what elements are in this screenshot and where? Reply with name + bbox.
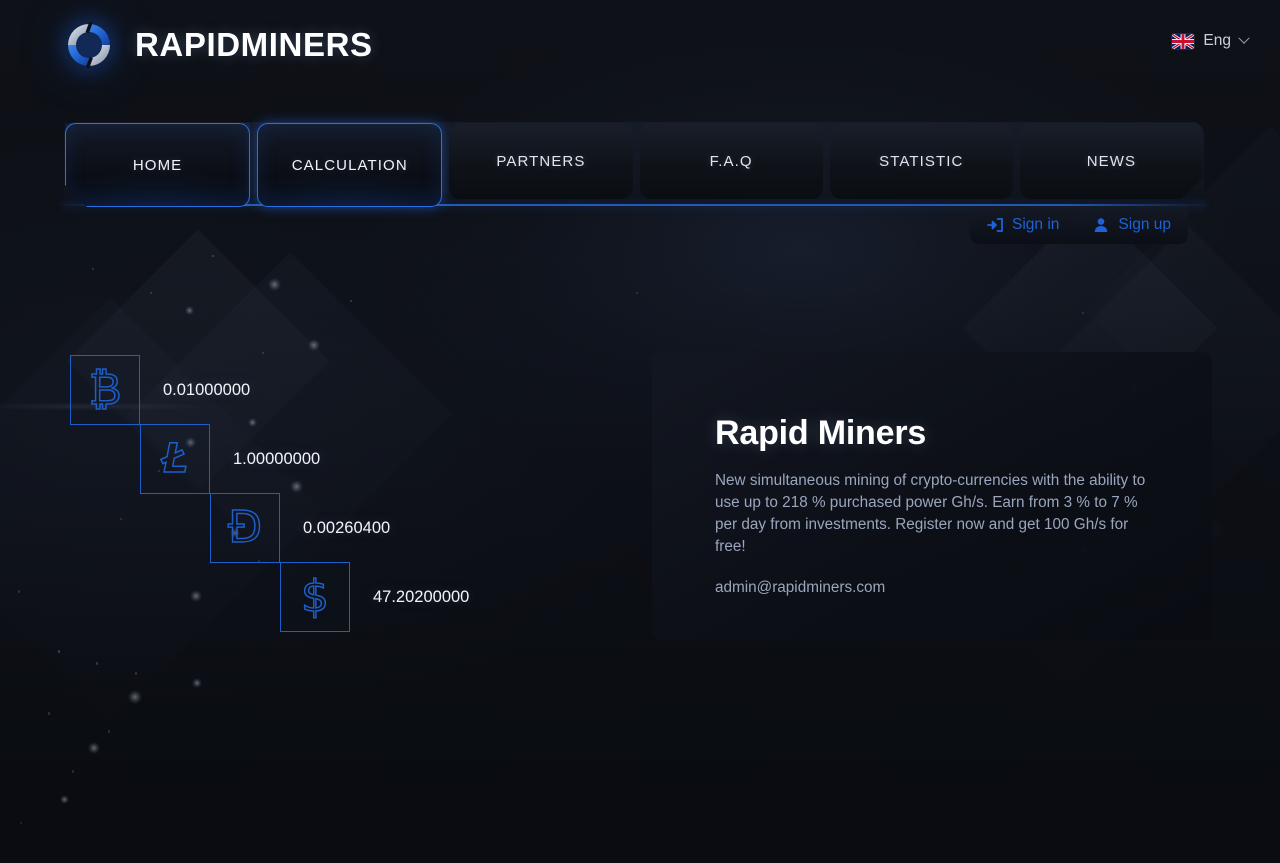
- user-icon: [1093, 217, 1109, 233]
- decor-star: [192, 678, 202, 688]
- decor-star: [262, 352, 264, 354]
- sign-up-label: Sign up: [1118, 216, 1171, 233]
- decor-star: [120, 518, 122, 520]
- dogecoin-icon: Ð: [227, 502, 263, 553]
- decor-star: [135, 672, 137, 675]
- info-panel-content: Rapid Miners New simultaneous mining of …: [652, 352, 1212, 597]
- decor-star: [212, 255, 214, 257]
- decor-star: [190, 590, 202, 602]
- dogecoin-amount: 0.00260400: [303, 518, 391, 537]
- info-panel-description: New simultaneous mining of crypto-curren…: [715, 472, 1146, 555]
- dollar-icon: $: [300, 571, 330, 622]
- decor-star: [1082, 312, 1084, 314]
- tab-home[interactable]: HOME: [65, 123, 250, 207]
- decor-star: [350, 300, 352, 302]
- info-panel-title: Rapid Miners: [715, 414, 927, 452]
- decor-star: [96, 662, 98, 665]
- dollar-amount: 47.20200000: [373, 587, 470, 606]
- brand-title: RAPIDMINERS: [135, 26, 373, 63]
- language-selector[interactable]: Eng: [1164, 28, 1256, 54]
- crypto-row-litecoin: Ł 1.00000000: [140, 424, 320, 494]
- page-header: RAPIDMINERS Eng: [0, 0, 1280, 110]
- decor-star: [48, 712, 50, 715]
- crypto-row-bitcoin: ₿ 0.01000000: [70, 355, 250, 425]
- sign-in-arrow-icon: [987, 217, 1003, 233]
- crypto-row-dollar: $ 47.20200000: [280, 562, 469, 632]
- bitcoin-icon-box: ₿: [70, 355, 140, 425]
- decor-star: [72, 770, 74, 773]
- tab-partners[interactable]: PARTNERS: [449, 123, 633, 199]
- info-panel: Rapid Miners New simultaneous mining of …: [652, 352, 1212, 640]
- decor-star: [88, 742, 100, 754]
- language-label: Eng: [1203, 32, 1231, 49]
- litecoin-amount: 1.00000000: [233, 449, 321, 468]
- ring-logo-icon: [62, 18, 116, 72]
- tab-label: STATISTIC: [879, 152, 964, 170]
- decor-star: [308, 339, 320, 351]
- decor-star: [185, 306, 194, 315]
- decor-star: [268, 278, 281, 291]
- litecoin-icon-box: Ł: [140, 424, 210, 494]
- bitcoin-amount: 0.01000000: [163, 380, 251, 399]
- decor-star: [20, 822, 22, 824]
- decor-star: [636, 292, 638, 294]
- tab-label: F.A.Q: [709, 152, 753, 170]
- tab-label: NEWS: [1086, 152, 1137, 170]
- decor-star: [60, 795, 69, 804]
- sign-in-label: Sign in: [1012, 216, 1060, 233]
- tab-label: CALCULATION: [291, 156, 408, 174]
- litecoin-icon: Ł: [161, 436, 189, 482]
- bitcoin-icon: ₿: [88, 364, 122, 415]
- main-navigation: HOME CALCULATION PARTNERS F.A.Q STATISTI…: [62, 122, 1206, 207]
- dollar-icon-box: $: [280, 562, 350, 632]
- tab-statistic[interactable]: STATISTIC: [829, 123, 1013, 199]
- tab-news[interactable]: NEWS: [1020, 123, 1203, 199]
- brand: RAPIDMINERS: [62, 18, 373, 72]
- tab-label: HOME: [132, 156, 183, 174]
- decor-star: [58, 650, 60, 653]
- uk-flag-icon: [1172, 33, 1195, 49]
- auth-bar: Sign in Sign up: [970, 206, 1188, 244]
- decor-star: [150, 292, 152, 294]
- info-panel-email[interactable]: admin@rapidminers.com: [715, 579, 1212, 597]
- tab-faq[interactable]: F.A.Q: [639, 123, 823, 199]
- decor-star: [128, 690, 142, 704]
- chevron-down-icon: [1238, 32, 1250, 44]
- crypto-row-dogecoin: Ð 0.00260400: [210, 493, 390, 563]
- page-root: RAPIDMINERS Eng HOME CALCULATION PARTNER…: [0, 0, 1280, 863]
- sign-in-button[interactable]: Sign in: [987, 216, 1059, 234]
- tab-calculation[interactable]: CALCULATION: [257, 123, 443, 207]
- decor-star: [108, 730, 110, 733]
- nav-tabs: HOME CALCULATION PARTNERS F.A.Q STATISTI…: [64, 122, 1204, 207]
- tab-label: PARTNERS: [496, 152, 586, 170]
- decor-star: [18, 590, 20, 593]
- decor-star: [92, 268, 94, 270]
- dogecoin-icon-box: Ð: [210, 493, 280, 563]
- sign-up-button[interactable]: Sign up: [1093, 216, 1171, 234]
